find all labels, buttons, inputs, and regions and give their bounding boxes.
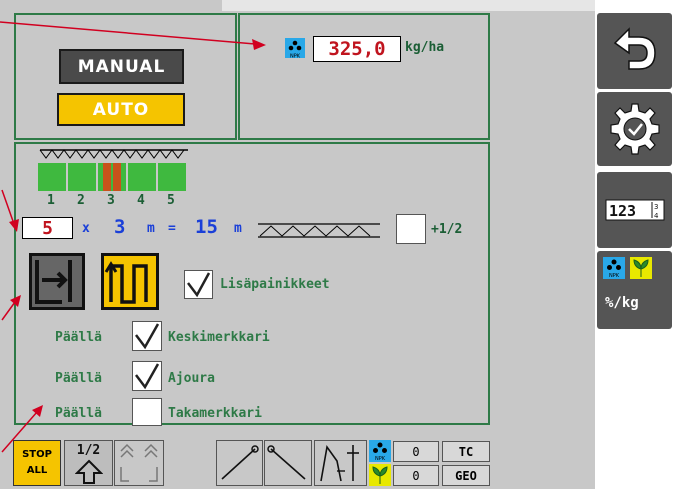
npk-icon: NPK [603, 257, 625, 279]
half-width-label: +1/2 [431, 222, 463, 237]
callout-arrowhead [9, 219, 19, 232]
callout-line [1, 189, 15, 225]
callout-arrowhead [252, 39, 266, 50]
settings-button[interactable] [597, 92, 672, 166]
rear-marker-icon [320, 444, 359, 482]
rate-value[interactable]: 325,0 [313, 36, 401, 62]
seed-icon [630, 257, 652, 279]
rear-marker-button[interactable] [314, 440, 367, 486]
callout-line [1, 411, 38, 453]
callout-arrowhead [10, 295, 21, 307]
settings-check-icon [610, 103, 660, 155]
svg-text:4: 4 [654, 212, 659, 220]
seed-icon [369, 464, 391, 486]
annotation-callouts [0, 21, 266, 453]
unit-label: %/kg [605, 295, 639, 311]
seed-counter: 0 [393, 465, 439, 486]
half-width-checkbox[interactable] [396, 214, 426, 244]
geo-button[interactable]: GEO [442, 465, 490, 486]
back-button[interactable] [597, 13, 672, 89]
counter-digits: 123 [609, 202, 636, 220]
npk-counter: 0 [393, 441, 439, 462]
svg-text:NPK: NPK [609, 273, 620, 279]
tc-button[interactable]: TC [442, 441, 490, 462]
svg-text:3: 3 [654, 203, 658, 211]
counter-icon: 123 3 4 [605, 199, 665, 221]
unit-toggle-button[interactable]: NPK %/kg [597, 251, 672, 329]
counter-button[interactable]: 123 3 4 [597, 172, 672, 248]
svg-text:NPK: NPK [375, 456, 386, 462]
npk-small-icon: NPK [369, 440, 391, 462]
rate-unit: kg/ha [405, 40, 445, 55]
callout-line [0, 21, 256, 45]
undo-icon [613, 27, 656, 70]
callout-line [1, 301, 16, 321]
